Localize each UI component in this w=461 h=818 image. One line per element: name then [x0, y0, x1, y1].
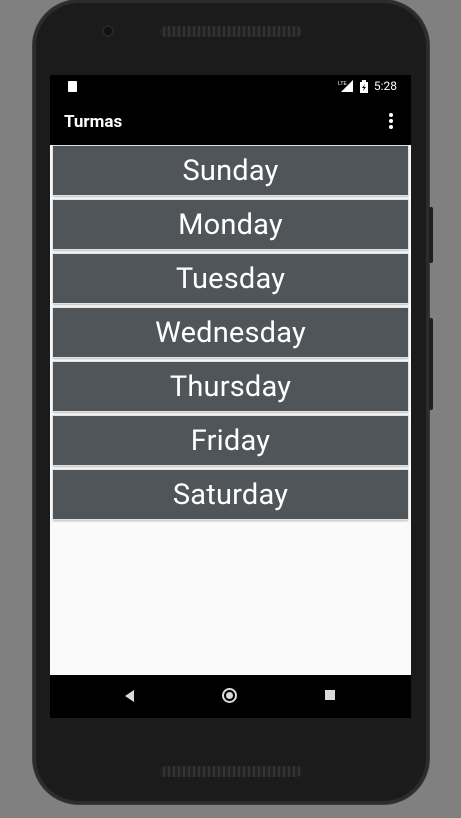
day-button-thursday[interactable]: Thursday	[53, 362, 408, 411]
power-button	[429, 318, 433, 410]
day-button-monday[interactable]: Monday	[53, 200, 408, 249]
overflow-menu-icon[interactable]	[383, 111, 399, 131]
battery-icon	[359, 79, 368, 93]
status-time: 5:28	[373, 79, 397, 93]
app-title: Turmas	[64, 112, 123, 132]
volume-button	[429, 207, 433, 263]
signal-icon: LTE	[338, 80, 353, 92]
day-button-wednesday[interactable]: Wednesday	[53, 308, 408, 357]
sd-card-icon	[68, 81, 77, 92]
navigation-bar	[50, 675, 411, 718]
bottom-speaker	[160, 766, 302, 777]
day-button-saturday[interactable]: Saturday	[53, 470, 408, 519]
top-speaker	[160, 26, 302, 37]
screen: LTE 5:28 Turmas Sunday Monday Tuesday We…	[50, 75, 411, 718]
home-icon[interactable]	[222, 688, 237, 703]
front-camera	[104, 27, 112, 35]
day-button-tuesday[interactable]: Tuesday	[53, 254, 408, 303]
day-button-sunday[interactable]: Sunday	[53, 146, 408, 195]
day-list: Sunday Monday Tuesday Wednesday Thursday…	[52, 146, 409, 524]
back-icon[interactable]	[125, 690, 134, 702]
status-icons: LTE 5:28	[338, 78, 397, 94]
status-bar: LTE 5:28	[50, 75, 411, 97]
recent-apps-icon[interactable]	[325, 690, 335, 700]
network-label: LTE	[338, 81, 347, 87]
day-button-friday[interactable]: Friday	[53, 416, 408, 465]
app-bar: Turmas	[50, 97, 411, 145]
